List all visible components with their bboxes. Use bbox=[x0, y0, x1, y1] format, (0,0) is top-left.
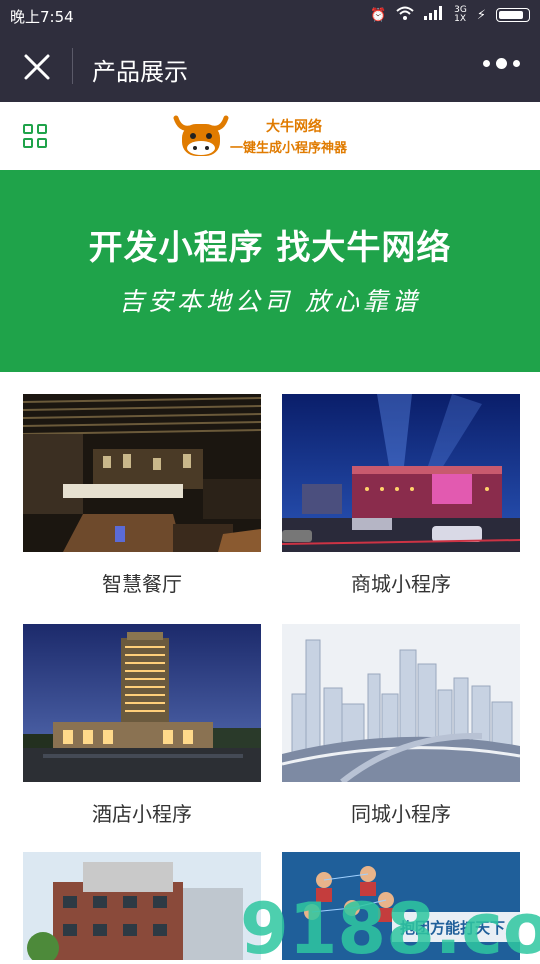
status-bar: 晚上7:54 ⏰ 3G 1X ⚡ bbox=[0, 0, 540, 32]
status-icons: ⏰ 3G 1X ⚡ bbox=[370, 6, 530, 24]
banner-tagline: 吉安本地公司 放心靠谱 bbox=[119, 287, 421, 316]
close-button[interactable] bbox=[22, 52, 52, 82]
product-card-restaurant[interactable]: 智慧餐厅 bbox=[23, 394, 261, 597]
product-card-city[interactable]: 同城小程序 bbox=[282, 624, 520, 827]
nav-bar: 产品展示 bbox=[0, 32, 540, 102]
signal-icon bbox=[424, 6, 444, 24]
charging-icon: ⚡ bbox=[476, 7, 486, 23]
status-time: 晚上7:54 bbox=[10, 8, 74, 26]
mall-photo bbox=[282, 394, 520, 552]
more-button[interactable] bbox=[483, 58, 520, 69]
battery-icon bbox=[496, 8, 530, 22]
network-sub-label: 1X bbox=[454, 14, 467, 24]
site-watermark: 9188.com bbox=[240, 885, 540, 964]
alarm-icon: ⏰ bbox=[369, 7, 387, 23]
product-label: 商城小程序 bbox=[351, 572, 451, 596]
watermark-text: 9188.com bbox=[240, 888, 540, 960]
logo-slogan: 一键生成小程序神器 bbox=[230, 141, 348, 156]
more-dot-icon bbox=[496, 58, 507, 69]
logo-title: 大牛网络 bbox=[266, 119, 322, 135]
product-card-5[interactable] bbox=[23, 852, 261, 960]
hotel-photo bbox=[23, 624, 261, 782]
product-card-hotel[interactable]: 酒店小程序 bbox=[23, 624, 261, 827]
more-dot-icon bbox=[483, 60, 490, 67]
product-label: 酒店小程序 bbox=[92, 802, 192, 826]
product-label: 智慧餐厅 bbox=[102, 572, 182, 596]
network-type: 3G 1X bbox=[454, 6, 467, 24]
apartment-photo bbox=[23, 852, 261, 960]
banner-headline: 开发小程序 找大牛网络 bbox=[88, 228, 452, 268]
product-label: 同城小程序 bbox=[351, 802, 451, 826]
wifi-icon bbox=[396, 6, 414, 24]
page-title: 产品展示 bbox=[92, 58, 188, 86]
site-header: 大牛网络 一键生成小程序神器 bbox=[0, 102, 540, 170]
menu-grid-icon[interactable] bbox=[23, 124, 47, 148]
restaurant-photo bbox=[23, 394, 261, 552]
close-icon bbox=[24, 54, 50, 80]
bull-logo-icon bbox=[173, 115, 229, 156]
promo-banner[interactable]: 开发小程序 找大牛网络 吉安本地公司 放心靠谱 bbox=[0, 170, 540, 372]
brand-logo: 大牛网络 一键生成小程序神器 bbox=[172, 110, 372, 162]
more-dot-icon bbox=[513, 60, 520, 67]
nav-divider bbox=[72, 48, 73, 84]
product-card-mall[interactable]: 商城小程序 bbox=[282, 394, 520, 597]
city-photo bbox=[282, 624, 520, 782]
